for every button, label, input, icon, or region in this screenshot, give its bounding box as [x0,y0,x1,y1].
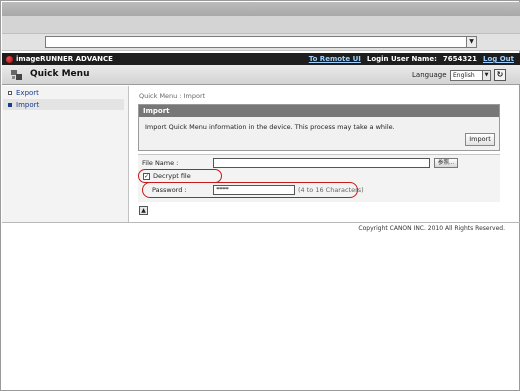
brand-name: imageRUNNER ADVANCE [16,55,113,63]
sidebar-bullet-icon [8,102,12,107]
copyright-text: Copyright CANON INC. 2010 All Rights Res… [358,225,505,232]
sidebar: Export Import [2,86,129,222]
sidebar-item-import[interactable]: Import [3,99,124,110]
panel-title: Import [139,105,499,117]
address-input[interactable]: ▼ [45,36,477,48]
address-dropdown-button[interactable]: ▼ [466,37,476,47]
language-value: English [453,72,475,79]
footer-divider [2,222,520,223]
chevron-down-icon: ▼ [482,71,490,80]
browse-button[interactable]: 参照... [434,158,458,168]
import-panel: Import Import Quick Menu information in … [138,104,500,151]
brand-logo: imageRUNNER ADVANCE [6,55,113,63]
browser-toolbar [2,16,520,34]
logout-link[interactable]: Log Out [483,55,514,63]
breadcrumb: Quick Menu : Import [139,92,206,100]
sidebar-bullet-icon [8,91,12,95]
quick-menu-icon [11,70,22,80]
file-name-input[interactable] [213,158,430,168]
scroll-to-top-button[interactable]: ▲ [139,206,148,215]
remote-ui-link[interactable]: To Remote UI [309,55,361,63]
app-header: imageRUNNER ADVANCE To Remote UI Login U… [2,53,520,65]
file-name-label: File Name : [142,159,179,167]
header-links: To Remote UI Login User Name: 7654321 Lo… [309,55,514,63]
window-title-bar [2,2,520,16]
login-user-label: Login User Name: [366,55,437,63]
sidebar-item-label: Import [16,100,40,109]
browser-window: ▼ imageRUNNER ADVANCE To Remote UI Login… [0,0,520,391]
refresh-icon: ↻ [496,70,504,79]
sidebar-item-label: Export [16,89,39,97]
arrow-up-icon: ▲ [141,207,146,214]
language-select[interactable]: English ▼ [450,70,491,81]
panel-description: Import Quick Menu information in the dev… [145,123,395,131]
sidebar-item-export[interactable]: Export [8,89,39,97]
page-title: Quick Menu [30,69,90,79]
password-annotation-ring [142,182,358,198]
page-title-bar: Quick Menu Language English ▼ ↻ [2,65,520,85]
canon-logo-icon [6,55,13,63]
decrypt-annotation-ring [138,169,222,183]
refresh-button[interactable]: ↻ [494,69,506,81]
address-bar: ▼ [2,34,520,51]
login-user-name: 7654321 [442,55,477,63]
language-label: Language [412,71,447,79]
import-button[interactable]: Import [465,133,495,146]
